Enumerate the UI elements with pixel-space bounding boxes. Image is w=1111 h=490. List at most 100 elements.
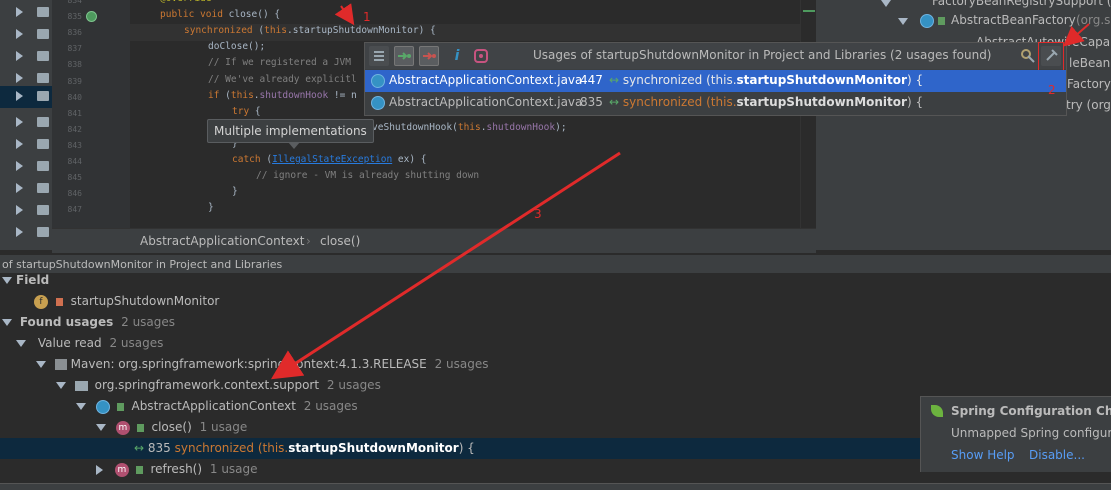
show-read-access-icon[interactable] (394, 46, 414, 66)
project-node[interactable] (0, 156, 52, 178)
line-number: 845 (67, 173, 82, 183)
tree-node-package[interactable]: org.springframework.context.support 2 us… (56, 375, 381, 396)
project-node[interactable] (0, 134, 52, 156)
tree-node-usage-selected[interactable]: ↔ 835 synchronized (this.startupShutdown… (134, 438, 475, 459)
line-number: 847 (67, 205, 82, 215)
lock-icon (116, 402, 124, 411)
project-node-selected[interactable] (0, 86, 52, 108)
expand-arrow-icon[interactable] (16, 7, 23, 17)
expand-arrow-icon[interactable] (56, 382, 66, 389)
project-node[interactable] (0, 46, 52, 68)
project-node[interactable] (0, 112, 52, 134)
merge-usages-icon[interactable] (369, 46, 389, 66)
expand-arrow-icon[interactable] (16, 73, 23, 83)
code-line[interactable]: } (232, 186, 238, 197)
project-node[interactable] (0, 178, 52, 200)
expand-arrow-icon[interactable] (36, 361, 46, 368)
hierarchy-panel[interactable]: FactoryBeanRegistrySupport (org.s Abstra… (816, 0, 1111, 250)
expand-arrow-icon[interactable] (16, 205, 23, 215)
expand-arrow-icon[interactable] (898, 14, 908, 28)
usage-line: 835 (580, 95, 603, 109)
line-number: 842 (67, 124, 82, 134)
line-number: 841 (67, 108, 82, 118)
expand-arrow-icon[interactable] (76, 403, 86, 410)
expand-arrow-icon[interactable] (16, 340, 26, 347)
class-label: AbstractApplicationContext (131, 399, 296, 413)
hierarchy-item[interactable]: try (org (1066, 98, 1111, 112)
usage-code-pre: synchronized (this. (622, 73, 737, 87)
expand-arrow-icon[interactable] (16, 139, 23, 149)
expand-arrow-icon[interactable] (96, 424, 106, 431)
code-token: ex) { (392, 154, 427, 165)
expand-arrow-icon[interactable] (16, 161, 23, 171)
hierarchy-item[interactable]: leBeanF (1069, 56, 1111, 70)
usage-row-selected[interactable]: AbstractApplicationContext.java 447 ↔ sy… (365, 70, 1066, 92)
disable-link[interactable]: Disable... (1029, 448, 1085, 462)
code-token: if (208, 89, 226, 101)
settings-icon[interactable] (1018, 46, 1038, 66)
tree-node-method-refresh[interactable]: m refresh() 1 usage (96, 459, 258, 480)
expand-arrow-icon[interactable] (16, 29, 23, 39)
project-node[interactable] (0, 24, 52, 46)
code-line[interactable]: synchronized (this.startupShutdownMonito… (184, 25, 436, 36)
hierarchy-item[interactable]: Factory (o (1067, 77, 1111, 91)
expand-arrow-icon[interactable] (16, 91, 23, 101)
project-tree-strip[interactable] (0, 0, 52, 250)
project-node[interactable] (0, 222, 52, 244)
spring-notification[interactable]: Spring Configuration Chec Unmapped Sprin… (920, 396, 1111, 472)
tree-node-found-usages[interactable]: Found usages 2 usages (2, 312, 175, 333)
tree-node-class[interactable]: AbstractApplicationContext 2 usages (76, 396, 358, 417)
code-line[interactable]: @Override (160, 0, 211, 4)
code-token: @Override (160, 0, 211, 4)
code-line[interactable]: } (208, 202, 214, 213)
hierarchy-item[interactable]: AbstractBeanFactory (951, 13, 1076, 27)
implementation-marker-icon[interactable] (86, 11, 97, 22)
info-icon[interactable]: i (447, 46, 467, 66)
expand-arrow-icon[interactable] (16, 117, 23, 127)
tree-node-method-close[interactable]: m close() 1 usage (96, 417, 247, 438)
filter-icon[interactable] (471, 46, 491, 66)
show-help-link[interactable]: Show Help (951, 448, 1015, 462)
collapse-arrow-icon[interactable] (96, 464, 103, 475)
usage-code-match: startupShutdownMonitor (736, 73, 907, 87)
tree-node-value-read[interactable]: Value read 2 usages (16, 333, 163, 354)
expand-arrow-icon[interactable] (16, 51, 23, 61)
expand-arrow-icon[interactable] (881, 0, 891, 7)
expand-arrow-icon[interactable] (2, 319, 12, 326)
usage-row[interactable]: AbstractApplicationContext.java 835 ↔ sy… (365, 92, 1066, 114)
line-number: 834 (67, 0, 82, 5)
maven-library-count: 2 usages (434, 357, 489, 371)
lock-icon (938, 17, 945, 25)
expand-arrow-icon[interactable] (2, 277, 12, 284)
tree-node-maven[interactable]: Maven: org.springframework:spring-contex… (36, 354, 489, 375)
code-line[interactable]: if (this.shutdownHook != n (208, 90, 357, 101)
expand-arrow-icon[interactable] (16, 227, 23, 237)
expand-arrow-icon[interactable] (16, 183, 23, 193)
code-line[interactable]: // ignore - VM is already shutting down (256, 170, 479, 181)
package-icon (74, 380, 88, 391)
code-line[interactable]: catch (IllegalStateException ex) { (232, 154, 427, 165)
project-node[interactable] (0, 200, 52, 222)
breadcrumb-method[interactable]: close() (320, 234, 360, 248)
code-line[interactable]: // If we registered a JVM (208, 57, 357, 68)
tree-node-field-header[interactable]: Field (2, 270, 50, 291)
spring-leaf-icon (931, 405, 943, 417)
code-line[interactable]: // We've already explicitl (208, 74, 357, 85)
show-write-access-icon[interactable] (419, 46, 439, 66)
abstract-class-icon (920, 14, 934, 28)
usage-file: AbstractApplicationContext.java (389, 73, 583, 87)
tree-node-field[interactable]: f startupShutdownMonitor (34, 291, 219, 312)
scroll-marker (803, 10, 815, 12)
notification-title: Spring Configuration Chec (951, 404, 1111, 418)
field-header-label: Field (16, 273, 50, 287)
usage-file: AbstractApplicationContext.java (389, 95, 583, 109)
code-token: // We've already explicitl (208, 73, 357, 85)
code-line[interactable]: public void close() { (160, 9, 280, 20)
find-tool-window-title[interactable]: of startupShutdownMonitor in Project and… (0, 255, 1111, 273)
code-line[interactable]: try { (232, 106, 261, 117)
code-line[interactable]: doClose(); (208, 41, 265, 52)
project-node[interactable] (0, 2, 52, 24)
breadcrumb-class[interactable]: AbstractApplicationContext (140, 234, 304, 248)
hierarchy-item[interactable]: FactoryBeanRegistrySupport (org.s (932, 0, 1111, 8)
usages-popup[interactable]: i Usages of startupShutdownMonitor in Pr… (364, 42, 1067, 116)
